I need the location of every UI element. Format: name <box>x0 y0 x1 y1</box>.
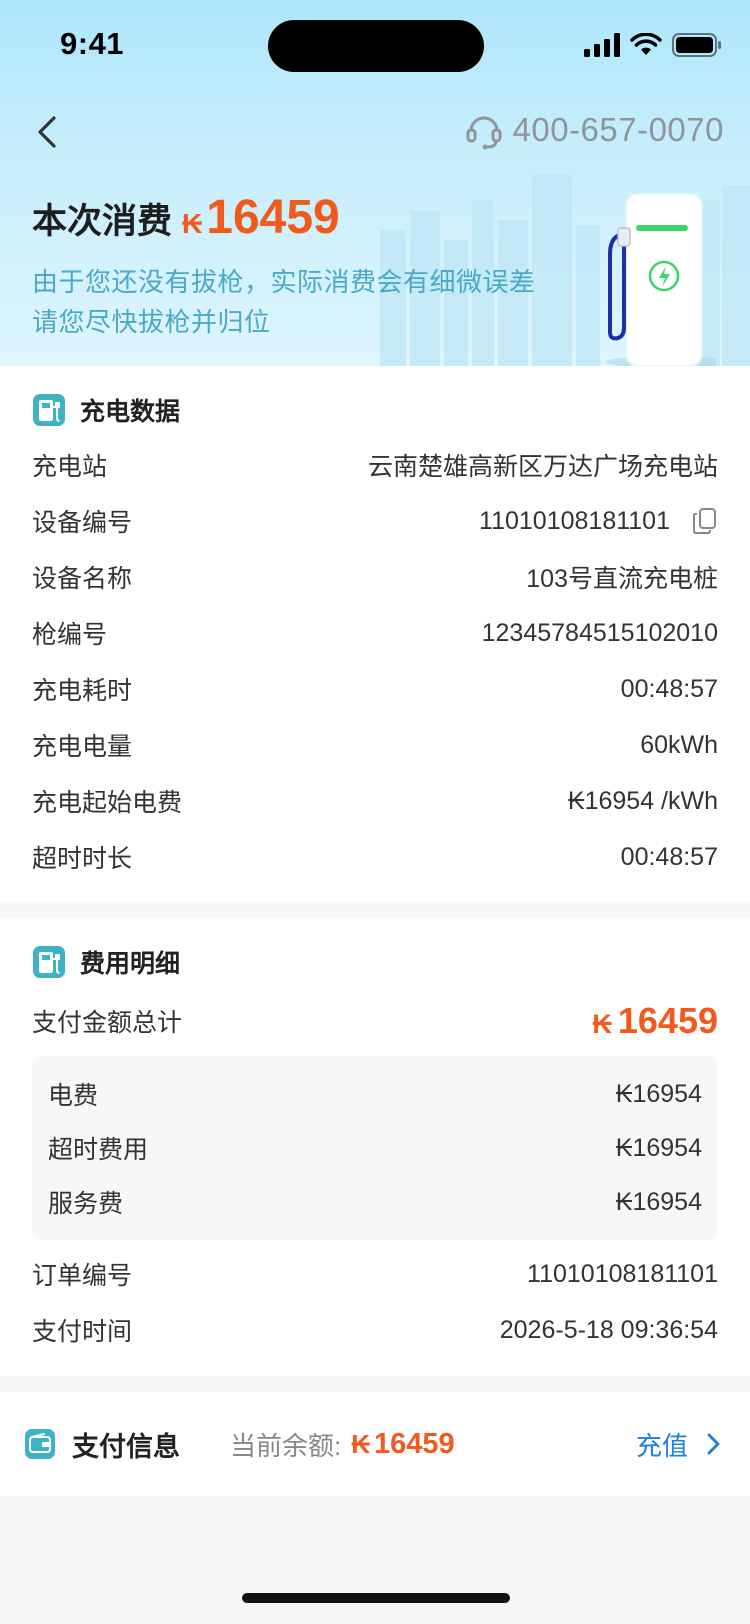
charger-station-icon <box>33 394 65 426</box>
fee-item: 超时费用 ₭16954 <box>48 1128 702 1168</box>
order-id-label: 订单编号 <box>32 1262 133 1290</box>
total-label: 支付金额总计 <box>32 1009 183 1037</box>
recharge-button[interactable]: 充值 <box>636 1426 726 1463</box>
dynamic-island <box>268 20 484 72</box>
consume-summary: 本次消费 ₭ 16459 <box>32 190 340 245</box>
consume-label: 本次消费 <box>32 202 173 241</box>
fee-detail-title: 费用明细 <box>80 950 181 978</box>
row-value: 103号直流充电桩 <box>526 565 718 593</box>
total-amount-value: 16459 <box>617 1000 718 1041</box>
total-currency: ₭ <box>592 1009 612 1039</box>
nav-bar: 400-657-0070 <box>0 100 750 164</box>
row-value: 云南楚雄高新区万达广场充电站 <box>367 453 718 481</box>
order-id-value: 11010108181101 <box>527 1259 718 1288</box>
fee-detail-card: 费用明细 支付金额总计 ₭ 16459 电费 ₭16954 超时费用 ₭1695… <box>0 918 750 1376</box>
row-value: 12345784515102010 <box>481 618 718 647</box>
balance-currency: ₭ <box>351 1428 371 1459</box>
pay-time-label: 支付时间 <box>32 1318 133 1346</box>
wifi-icon <box>630 33 662 55</box>
row-value-wrap: 11010108181101 <box>479 507 718 536</box>
fee-detail-header: 费用明细 <box>32 942 180 982</box>
balance-label: 当前余额: <box>230 1430 342 1461</box>
status-bar: 9:41 <box>0 0 750 90</box>
charging-data-title: 充电数据 <box>80 398 181 426</box>
row-label: 充电起始电费 <box>32 789 183 817</box>
notice-line-1: 由于您还没有拔枪，实际消费会有细微误差 <box>32 267 536 297</box>
wallet-icon <box>25 1429 55 1459</box>
pay-time-value: 2026-5-18 09:36:54 <box>499 1315 718 1344</box>
row-label: 充电站 <box>32 453 108 481</box>
fee-item: 电费 ₭16954 <box>48 1074 702 1114</box>
device-id-value: 11010108181101 <box>479 506 670 535</box>
chevron-right-icon <box>707 1433 720 1455</box>
row-label: 超时时长 <box>32 845 133 873</box>
copy-icon[interactable] <box>692 507 718 535</box>
row-label: 充电电量 <box>32 733 133 761</box>
row-device-id: 设备编号 11010108181101 <box>32 501 718 541</box>
row-label: 充电耗时 <box>32 677 133 705</box>
fee-item-value: ₭16954 <box>615 1079 702 1108</box>
consume-currency: ₭ <box>182 208 203 239</box>
total-amount: ₭ 16459 <box>592 1000 718 1042</box>
consume-amount: 16459 <box>206 191 340 244</box>
row-gun-id: 枪编号 12345784515102010 <box>32 613 718 653</box>
row-value: ₭16954 /kWh <box>567 786 718 815</box>
charging-data-header: 充电数据 <box>32 390 180 430</box>
customer-service-hotline[interactable]: 400-657-0070 <box>466 110 724 150</box>
charger-station-icon <box>33 946 65 978</box>
status-icons <box>584 30 722 60</box>
notice-line-2: 请您尽快拔枪并归位 <box>32 307 271 337</box>
row-label: 设备名称 <box>32 565 133 593</box>
fee-item: 服务费 ₭16954 <box>48 1182 702 1222</box>
charging-pile-illustration <box>606 193 716 366</box>
status-time: 9:41 <box>60 26 125 61</box>
row-duration: 充电耗时 00:48:57 <box>32 669 718 709</box>
fee-item-label: 电费 <box>48 1082 99 1110</box>
row-energy: 充电电量 60kWh <box>32 725 718 765</box>
header-banner: 9:41 400-657-0070 本次消费 ₭ 16459 由于您还没有拔枪，… <box>0 0 750 366</box>
fee-item-label: 服务费 <box>48 1190 124 1218</box>
row-start-price: 充电起始电费 ₭16954 /kWh <box>32 781 718 821</box>
charging-data-card: 充电数据 充电站 云南楚雄高新区万达广场充电站 设备编号 11010108181… <box>0 366 750 902</box>
row-order-id: 订单编号 11010108181101 <box>32 1254 718 1294</box>
row-station: 充电站 云南楚雄高新区万达广场充电站 <box>32 445 718 485</box>
row-overtime: 超时时长 00:48:57 <box>32 837 718 877</box>
balance-amount: 16459 <box>374 1427 455 1460</box>
row-value: 00:48:57 <box>620 842 718 871</box>
row-value: 00:48:57 <box>620 674 718 703</box>
row-label: 枪编号 <box>32 621 108 649</box>
row-value: 60kWh <box>640 730 718 759</box>
fee-item-value: ₭16954 <box>615 1133 702 1162</box>
payment-info-bar: 支付信息 当前余额: ₭ 16459 充值 <box>0 1392 750 1496</box>
payment-info-row: 支付信息 当前余额: ₭ 16459 充值 <box>24 1418 726 1470</box>
fee-item-label: 超时费用 <box>48 1136 149 1164</box>
row-pay-time: 支付时间 2026-5-18 09:36:54 <box>32 1310 718 1350</box>
row-total: 支付金额总计 ₭ 16459 <box>32 998 718 1044</box>
payment-info-title: 支付信息 <box>72 1431 180 1462</box>
home-indicator <box>242 1593 510 1603</box>
signal-icon <box>584 33 620 57</box>
headset-icon <box>466 116 502 150</box>
fee-breakdown-box: 电费 ₭16954 超时费用 ₭16954 服务费 ₭16954 <box>32 1056 718 1240</box>
back-arrow-icon[interactable] <box>30 110 70 154</box>
battery-icon <box>672 33 721 57</box>
row-label: 设备编号 <box>32 509 133 537</box>
hotline-number: 400-657-0070 <box>512 111 724 148</box>
fee-item-value: ₭16954 <box>615 1187 702 1216</box>
recharge-label: 充值 <box>635 1430 688 1461</box>
row-device-name: 设备名称 103号直流充电桩 <box>32 557 718 597</box>
